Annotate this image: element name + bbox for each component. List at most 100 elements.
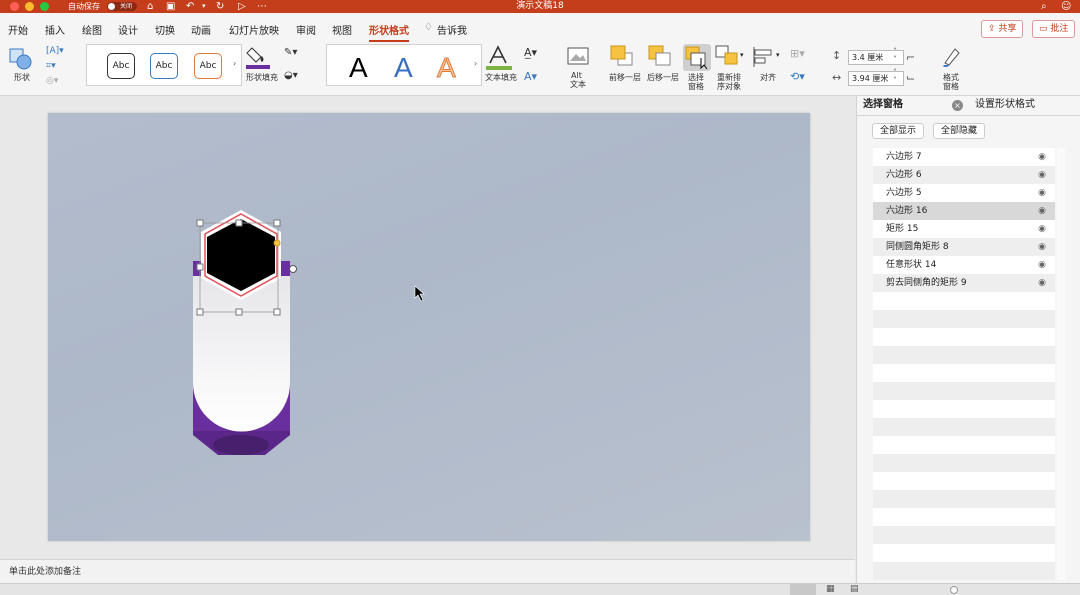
share-label: 共享 [998, 24, 1017, 34]
share-button[interactable]: ⇪ 共享 [981, 20, 1024, 38]
list-item[interactable]: 矩形 15 ◉ [873, 220, 1055, 238]
lock-aspect-bottom-icon: ⌙ [906, 71, 916, 84]
eye-icon[interactable]: ◉ [1038, 220, 1046, 238]
text-fill-icon[interactable] [486, 45, 512, 71]
reorder-dropdown-icon[interactable]: ▾ [740, 51, 744, 59]
selection-pane: 选择窗格 × 设置形状格式 全部显示 全部隐藏 六边形 7 ◉ 六边形 6 ◉ 六边… [856, 96, 1080, 583]
wordart-style-orange[interactable]: A [437, 52, 457, 83]
chevron-right-icon[interactable]: › [233, 59, 236, 68]
tab-selection-pane[interactable]: 选择窗格 [863, 98, 903, 112]
lock-aspect-icon[interactable]: ⌐ [906, 51, 915, 64]
notes-pane[interactable]: 单击此处添加备注 [0, 559, 855, 583]
tab-draw[interactable]: 绘图 [82, 22, 102, 37]
account-icon[interactable]: ☺ [1061, 0, 1071, 13]
hide-all-button[interactable]: 全部隐藏 [933, 123, 986, 139]
alt-text-label-1: Alt [571, 71, 582, 80]
notes-placeholder: 单击此处添加备注 [9, 567, 82, 577]
width-field-wrap: 3.94 厘米 [832, 71, 904, 86]
width-stepper[interactable]: ˄ ˅ [893, 69, 897, 85]
eye-icon[interactable]: ◉ [1038, 166, 1046, 184]
height-field-wrap: 3.4 厘米 [832, 50, 904, 65]
list-item[interactable]: 六边形 5 ◉ [873, 184, 1055, 202]
comments-button[interactable]: ▭ 批注 [1032, 20, 1076, 38]
align-icon[interactable] [752, 46, 776, 68]
shape-style-1[interactable]: Abc [107, 53, 135, 79]
list-item[interactable]: 六边形 7 ◉ [873, 148, 1055, 166]
tab-animations[interactable]: 动画 [191, 22, 211, 37]
shape-fill-label: 形状填充 [246, 73, 278, 82]
slide-artwork [193, 210, 425, 455]
rotate-icon[interactable]: ⟲▾ [790, 70, 805, 83]
ribbon-tabs: 开始 插入 绘图 设计 切换 动画 幻灯片放映 审阅 视图 形状格式 ♢ 告诉我… [0, 13, 1080, 43]
eye-icon[interactable]: ◉ [1038, 202, 1046, 220]
selection-pane-label-2: 窗格 [688, 82, 704, 91]
list-item[interactable]: 六边形 6 ◉ [873, 166, 1055, 184]
list-item[interactable]: 同侧圆角矩形 8 ◉ [873, 238, 1055, 256]
wordart-style-blue[interactable]: A [394, 53, 413, 83]
reorder-objects-icon[interactable] [715, 45, 741, 67]
selection-pane-icon [685, 46, 708, 70]
shape-style-3[interactable]: Abc [194, 53, 222, 79]
list-item[interactable]: 任意形状 14 ◉ [873, 256, 1055, 274]
zoom-slider[interactable] [950, 586, 958, 594]
tab-insert[interactable]: 插入 [45, 22, 65, 37]
send-backward-icon[interactable] [648, 45, 672, 67]
tab-format-shape[interactable]: 设置形状格式 [975, 98, 1035, 112]
tab-transitions[interactable]: 切换 [155, 22, 175, 37]
group-icon[interactable]: ⊞▾ [790, 47, 805, 60]
status-bar: ▦ ▤ [0, 583, 1080, 595]
show-all-button[interactable]: 全部显示 [872, 123, 925, 139]
height-stepper[interactable]: ˄ ˅ [893, 48, 897, 64]
slide-canvas[interactable] [48, 113, 810, 541]
pane-scrollbar[interactable] [1057, 148, 1065, 580]
object-name: 六边形 6 [886, 170, 922, 180]
list-item-selected[interactable]: 六边形 16 ◉ [873, 202, 1055, 220]
text-outline-icon[interactable]: A̲▾ [524, 46, 537, 59]
comment-icon: ▭ [1039, 24, 1051, 34]
merge-shapes-icon[interactable]: ◎▾ [46, 76, 58, 86]
eye-icon[interactable]: ◉ [1038, 238, 1046, 256]
shapes-icon[interactable] [9, 48, 33, 70]
bring-forward-label: 前移一层 [609, 73, 641, 82]
shapes-label: 形状 [14, 73, 30, 82]
tab-view[interactable]: 视图 [332, 22, 352, 37]
selection-pane-button[interactable] [683, 44, 711, 71]
eye-icon[interactable]: ◉ [1038, 148, 1046, 166]
tab-review[interactable]: 审阅 [296, 22, 316, 37]
shape-effects-icon[interactable]: ◒▾ [284, 70, 298, 81]
wordart-style-black[interactable]: A [349, 53, 368, 83]
shape-outline-icon[interactable]: ✎▾ [284, 47, 297, 58]
chevron-right-icon[interactable]: › [474, 59, 477, 68]
tab-tell-me[interactable]: 告诉我 [437, 22, 467, 37]
eye-icon[interactable]: ◉ [1038, 256, 1046, 274]
shape-style-2[interactable]: Abc [150, 53, 178, 79]
reading-view-icon[interactable]: ▤ [850, 584, 859, 594]
alt-text-icon[interactable] [567, 47, 589, 67]
tab-shape-format[interactable]: 形状格式 [369, 22, 409, 42]
reorder-label-2: 序对象 [717, 82, 741, 91]
list-item[interactable]: 剪去同侧角的矩形 9 ◉ [873, 274, 1055, 292]
object-name: 六边形 7 [886, 152, 922, 162]
tab-slideshow[interactable]: 幻灯片放映 [229, 22, 279, 37]
alt-text-label-2: 文本 [570, 80, 586, 89]
paint-bucket-icon[interactable] [246, 44, 270, 70]
comments-label: 批注 [1050, 24, 1069, 34]
normal-view-button[interactable] [790, 584, 816, 595]
reorder-label-1: 重新排 [717, 73, 741, 82]
search-icon[interactable]: ⌕ [1041, 0, 1047, 13]
align-dropdown-icon[interactable]: ▾ [776, 51, 780, 59]
slide-sorter-icon[interactable]: ▦ [826, 584, 835, 594]
tab-design[interactable]: 设计 [118, 22, 138, 37]
text-fill-label: 文本填充 [485, 73, 517, 82]
text-box-icon[interactable]: [A]▾ [46, 46, 64, 56]
text-effects-icon[interactable]: A▾ [524, 70, 537, 83]
edit-shape-icon[interactable]: ⌗▾ [46, 61, 56, 71]
format-pane-icon[interactable] [941, 45, 963, 67]
close-pane-icon[interactable]: × [952, 100, 963, 111]
eye-icon[interactable]: ◉ [1038, 274, 1046, 292]
eye-icon[interactable]: ◉ [1038, 184, 1046, 202]
tab-home[interactable]: 开始 [8, 22, 28, 37]
object-name: 同侧圆角矩形 8 [886, 242, 949, 252]
bring-forward-icon[interactable] [610, 45, 634, 67]
title-bar: 自动保存 关闭 ⌂ ▣ ↶ ▾ ↻ ▷ ⋯ 演示文稿18 ⌕ ☺ [0, 0, 1080, 13]
